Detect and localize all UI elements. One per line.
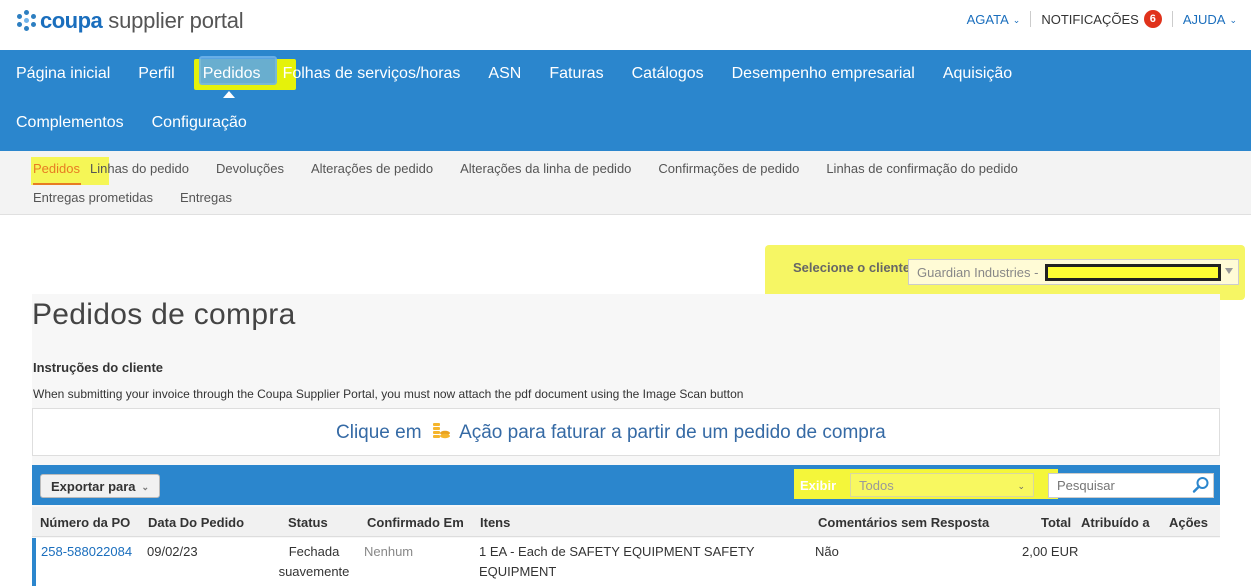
subnav-devolucoes[interactable]: Devoluções <box>216 161 284 176</box>
invoice-callout: Clique em Ação para faturar a partir de … <box>32 408 1220 456</box>
primary-nav-row-2: Complementos Configuração <box>16 114 275 132</box>
user-menu[interactable]: AGATA ⌄ <box>967 12 1021 27</box>
subnav-pedidos-label: Pedidos <box>33 161 80 176</box>
redaction-box <box>1045 264 1221 281</box>
subnav-linhas-de-confirmacao[interactable]: Linhas de confirmação do pedido <box>826 161 1018 176</box>
coins-icon <box>432 423 450 439</box>
secondary-nav-row-2: Entregas prometidas Entregas <box>33 190 259 205</box>
instructions-text: When submitting your invoice through the… <box>33 387 744 401</box>
chevron-down-icon: ⌄ <box>1017 481 1025 491</box>
show-filter-label: Exibir <box>800 478 837 493</box>
logo-subtitle: supplier portal <box>108 8 244 33</box>
customer-select-value: Guardian Industries - <box>917 265 1039 280</box>
po-number-link[interactable]: 258-588022084 <box>41 544 132 559</box>
nav-desempenho-empresarial[interactable]: Desempenho empresarial <box>732 65 915 83</box>
coupa-logo-icon <box>16 10 38 32</box>
export-button-label: Exportar para <box>51 478 136 494</box>
active-caret-icon <box>222 91 235 98</box>
callout-text: Clique em Ação para faturar a partir de … <box>336 422 886 444</box>
column-header-total[interactable]: Total <box>1041 515 1071 530</box>
customer-select-label: Selecione o cliente <box>793 260 911 275</box>
nav-faturas[interactable]: Faturas <box>549 65 603 83</box>
column-header-date[interactable]: Data Do Pedido <box>148 515 244 530</box>
nav-aquisicao[interactable]: Aquisição <box>943 65 1012 83</box>
order-status-line-2: suavemente <box>278 564 350 579</box>
notifications-badge: 6 <box>1143 10 1162 28</box>
chevron-down-icon: ⌄ <box>1229 14 1237 25</box>
column-header-assigned[interactable]: Atribuído a <box>1081 515 1150 530</box>
order-date: 09/02/23 <box>147 544 198 559</box>
active-underline <box>33 183 81 185</box>
column-header-confirmed[interactable]: Confirmado Em <box>367 515 464 530</box>
order-items-line-1: 1 EA - Each de SAFETY EQUIPMENT SAFETY <box>479 544 755 559</box>
column-header-actions: Ações <box>1169 515 1209 530</box>
help-label: AJUDA <box>1182 11 1226 27</box>
row-indicator <box>32 538 36 586</box>
order-status: Fechada suavemente <box>278 542 350 582</box>
confirmed-at: Nenhum <box>364 544 414 559</box>
instructions-heading: Instruções do cliente <box>33 360 164 375</box>
nav-pagina-inicial[interactable]: Página inicial <box>16 65 110 83</box>
chevron-down-icon: ⌄ <box>1012 14 1021 25</box>
column-header-po[interactable]: Número da PO <box>40 515 130 530</box>
help-menu[interactable]: AJUDA ⌄ <box>1183 12 1237 27</box>
user-menu-label: AGATA <box>966 11 1009 27</box>
show-filter-value: Todos <box>859 478 894 493</box>
callout-post: Ação para faturar a partir de um pedido … <box>459 422 886 443</box>
secondary-nav: Pedidos Linhas do pedido Devoluções Alte… <box>0 151 1251 215</box>
order-status-line-1: Fechada <box>288 544 340 559</box>
dropdown-arrow-icon <box>1225 268 1233 274</box>
column-header-comments[interactable]: Comentários sem Resposta <box>818 515 989 530</box>
table-row: 258-588022084 09/02/23 Fechada suavement… <box>32 538 1220 586</box>
top-utility-nav: AGATA ⌄ NOTIFICAÇÕES 6 AJUDA ⌄ <box>967 10 1237 28</box>
nav-configuracao[interactable]: Configuração <box>152 114 247 132</box>
header: coupa supplier portal AGATA ⌄ NOTIFICAÇÕ… <box>0 0 1251 50</box>
primary-nav-row-1: Página inicial Perfil Pedidos Folhas de … <box>16 56 1040 98</box>
export-button[interactable]: Exportar para ⌄ <box>40 474 161 498</box>
subnav-entregas-prometidas[interactable]: Entregas prometidas <box>33 190 153 205</box>
subnav-linhas-do-pedido[interactable]: Linhas do pedido <box>90 161 189 176</box>
column-header-items[interactable]: Itens <box>480 515 510 530</box>
nav-catalogos[interactable]: Catálogos <box>632 65 704 83</box>
subnav-entregas[interactable]: Entregas <box>180 190 232 205</box>
chevron-down-icon: ⌄ <box>141 481 150 492</box>
secondary-nav-row-1: Pedidos Linhas do pedido Devoluções Alte… <box>31 157 1045 185</box>
order-items-line-2: EQUIPMENT <box>479 564 557 579</box>
primary-nav: Página inicial Perfil Pedidos Folhas de … <box>0 50 1251 151</box>
order-total: 2,00 EUR <box>1022 544 1079 559</box>
nav-pedidos[interactable]: Pedidos <box>193 56 296 98</box>
nav-asn[interactable]: ASN <box>488 65 521 83</box>
divider <box>1171 11 1173 27</box>
notifications-label: NOTIFICAÇÕES <box>1041 11 1139 27</box>
callout-pre: Clique em <box>336 422 422 443</box>
show-filter-select[interactable]: Todos ⌄ <box>850 473 1034 497</box>
page-title: Pedidos de compra <box>32 298 296 331</box>
nav-perfil[interactable]: Perfil <box>138 65 174 83</box>
unanswered-comments: Não <box>815 544 839 559</box>
customer-select[interactable]: Guardian Industries - <box>908 259 1239 285</box>
coupa-logo[interactable]: coupa supplier portal <box>16 6 244 36</box>
search-input[interactable] <box>1048 473 1214 498</box>
order-items: 1 EA - Each de SAFETY EQUIPMENT SAFETY E… <box>479 542 755 582</box>
nav-folhas-de-servicos[interactable]: Folhas de serviços/horas <box>283 65 461 83</box>
subnav-alteracoes-da-linha[interactable]: Alterações da linha de pedido <box>460 161 631 176</box>
nav-pedidos-label: Pedidos <box>202 65 261 82</box>
divider <box>1030 11 1032 27</box>
table-toolbar: Exportar para ⌄ Exibir Todos ⌄ <box>32 465 1220 505</box>
column-header-status[interactable]: Status <box>288 515 328 530</box>
subnav-confirmacoes-de-pedido[interactable]: Confirmações de pedido <box>658 161 799 176</box>
subnav-alteracoes-de-pedido[interactable]: Alterações de pedido <box>311 161 433 176</box>
table-header: Número da PO Data Do Pedido Status Confi… <box>32 507 1220 537</box>
logo-word: coupa <box>40 8 103 33</box>
nav-complementos[interactable]: Complementos <box>16 114 124 132</box>
subnav-pedidos[interactable]: Pedidos <box>31 157 109 185</box>
search-icon[interactable] <box>1192 476 1210 494</box>
notifications-menu[interactable]: NOTIFICAÇÕES 6 <box>1041 10 1162 28</box>
